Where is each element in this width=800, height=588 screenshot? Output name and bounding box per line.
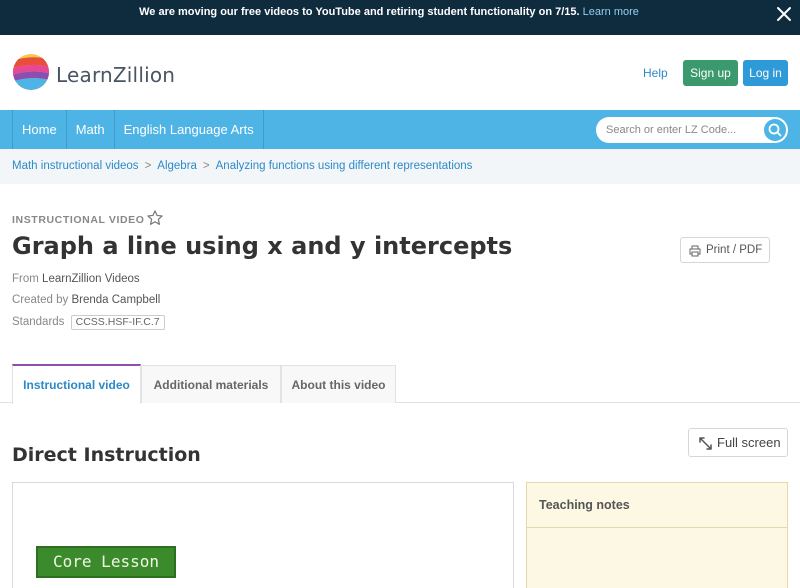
brand-name[interactable]: LearnZillion: [56, 63, 175, 87]
from-value: LearnZillion Videos: [42, 273, 140, 285]
teaching-notes-title: Teaching notes: [527, 483, 787, 528]
tab-additional-materials[interactable]: Additional materials: [141, 365, 281, 403]
standard-badge[interactable]: CCSS.HSF-IF.C.7: [70, 315, 165, 330]
login-button[interactable]: Log in: [743, 60, 788, 86]
breadcrumb-separator: >: [144, 160, 152, 172]
signup-button[interactable]: Sign up: [683, 60, 738, 86]
site-header: LearnZillion Help Sign up Log in: [0, 35, 800, 110]
created-by-line: Created by Brenda Campbell: [12, 294, 160, 306]
video-player[interactable]: Core Lesson: [12, 482, 514, 588]
close-icon[interactable]: [776, 6, 792, 22]
printer-icon: [689, 245, 701, 257]
announcement-banner: We are moving our free videos to YouTube…: [0, 0, 800, 35]
from-line: From LearnZillion Videos: [12, 273, 140, 285]
search-input[interactable]: [606, 117, 764, 143]
breadcrumb: Math instructional videos > Algebra > An…: [0, 149, 800, 184]
nav-items: Home Math English Language Arts: [12, 110, 264, 149]
author-name: Brenda Campbell: [71, 294, 161, 306]
full-screen-button[interactable]: Full screen: [688, 428, 788, 457]
from-label: From: [12, 273, 39, 285]
search-box: [596, 117, 788, 143]
breadcrumb-items: Math instructional videos > Algebra > An…: [12, 149, 472, 184]
created-by-label: Created by: [12, 294, 69, 306]
star-icon[interactable]: [146, 209, 164, 227]
standards-line: Standards CCSS.HSF-IF.C.7: [12, 315, 165, 330]
tab-about-this-video[interactable]: About this video: [281, 365, 396, 403]
breadcrumb-separator: >: [202, 160, 210, 172]
full-screen-label: Full screen: [717, 435, 781, 450]
banner-learn-more-link[interactable]: Learn more: [583, 6, 639, 18]
nav-item-home[interactable]: Home: [12, 110, 66, 149]
expand-icon: [699, 437, 712, 450]
banner-message: We are moving our free videos to YouTube…: [139, 6, 580, 18]
help-link[interactable]: Help: [643, 66, 668, 80]
teaching-notes-panel: Teaching notes: [526, 482, 788, 588]
content-tabs: Instructional video Additional materials…: [0, 364, 800, 404]
nav-item-math[interactable]: Math: [65, 110, 114, 149]
banner-message-row: We are moving our free videos to YouTube…: [0, 0, 778, 24]
section-title: Direct Instruction: [12, 444, 201, 466]
breadcrumb-math[interactable]: Math instructional videos: [12, 149, 139, 184]
tab-instructional-video[interactable]: Instructional video: [12, 364, 141, 404]
search-button[interactable]: [764, 119, 786, 141]
breadcrumb-analyzing-functions[interactable]: Analyzing functions using different repr…: [216, 149, 473, 184]
core-lesson-badge: Core Lesson: [36, 546, 176, 578]
print-pdf-label: Print / PDF: [706, 244, 763, 256]
nav-item-ela[interactable]: English Language Arts: [113, 110, 264, 149]
print-pdf-button[interactable]: Print / PDF: [680, 237, 770, 263]
standards-label: Standards: [12, 316, 65, 328]
learnzillion-logo-icon[interactable]: [12, 53, 50, 91]
main-nav: Home Math English Language Arts: [0, 110, 800, 149]
content-type-label: INSTRUCTIONAL VIDEO: [12, 214, 145, 226]
page-title: Graph a line using x and y intercepts: [12, 232, 513, 260]
breadcrumb-algebra[interactable]: Algebra: [157, 149, 197, 184]
search-icon: [768, 123, 782, 137]
